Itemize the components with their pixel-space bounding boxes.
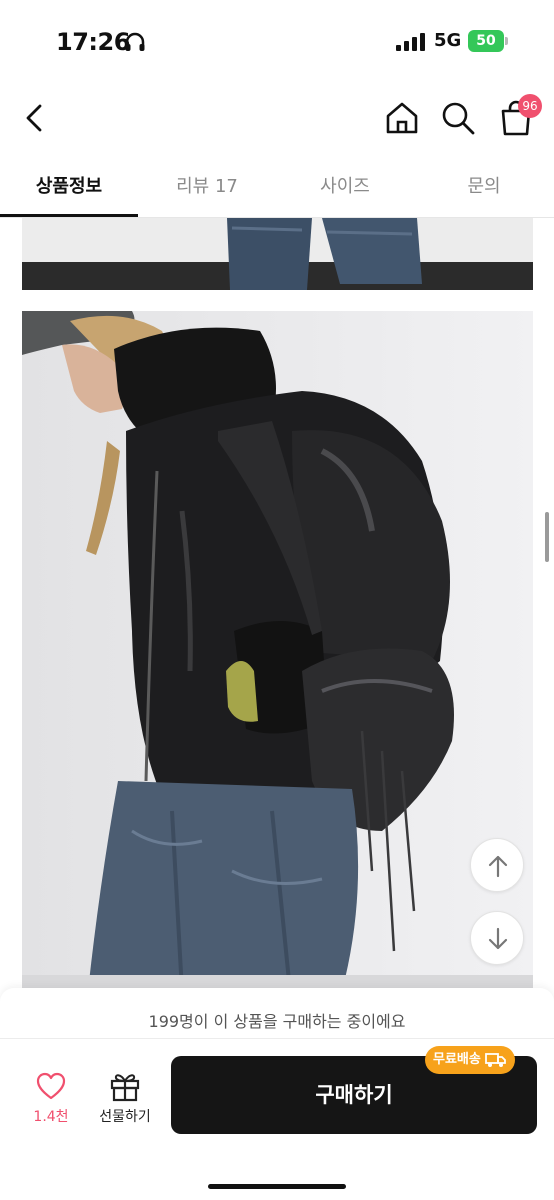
arrow-down-icon [488, 927, 508, 950]
bottom-purchase-panel: 199명이 이 상품을 구매하는 중이에요 1.4천 선물하기 구매하기 무료배… [0, 988, 554, 1200]
battery-icon: 50 [468, 30, 508, 52]
arrow-up-icon [488, 855, 508, 878]
tab-product-info[interactable]: 상품정보 [0, 172, 138, 206]
purchase-notice: 199명이 이 상품을 구매하는 중이에요 [148, 1012, 406, 1031]
cart-badge: 96 [518, 94, 542, 118]
app-header [0, 88, 554, 152]
tab-indicator [0, 214, 138, 217]
divider [0, 1038, 554, 1039]
like-button[interactable]: 1.4천 [22, 1070, 80, 1130]
gift-icon [110, 1074, 140, 1102]
back-arrow-icon[interactable] [18, 98, 54, 138]
tab-inquiry[interactable]: 문의 [414, 172, 554, 206]
product-image-main [22, 311, 533, 991]
scroll-to-top-button[interactable] [470, 838, 524, 892]
gift-label: 선물하기 [99, 1109, 151, 1125]
home-indicator [208, 1184, 346, 1189]
status-time: 17:26 [56, 28, 130, 56]
tab-reviews[interactable]: 리뷰 17 [138, 172, 276, 206]
status-bar: 17:26 5G 50 [0, 0, 554, 80]
product-image-previous [22, 218, 533, 290]
home-icon[interactable] [382, 98, 422, 138]
search-icon[interactable] [438, 98, 478, 138]
battery-level: 50 [468, 30, 504, 52]
network-label: 5G [434, 30, 462, 51]
heart-icon [36, 1072, 66, 1100]
like-count: 1.4천 [33, 1109, 69, 1125]
gift-button[interactable]: 선물하기 [88, 1070, 162, 1130]
scrollbar-thumb[interactable] [545, 512, 549, 562]
truck-icon [484, 1052, 506, 1067]
signal-icon [396, 33, 425, 51]
scroll-to-bottom-button[interactable] [470, 911, 524, 965]
free-shipping-badge: 무료배송 [425, 1046, 515, 1074]
tab-bar: 상품정보 리뷰 17 사이즈 문의 [0, 160, 554, 218]
headphones-icon [125, 32, 145, 51]
free-shipping-label: 무료배송 [433, 1052, 481, 1067]
battery-tip [505, 37, 508, 45]
tab-size[interactable]: 사이즈 [276, 172, 414, 206]
